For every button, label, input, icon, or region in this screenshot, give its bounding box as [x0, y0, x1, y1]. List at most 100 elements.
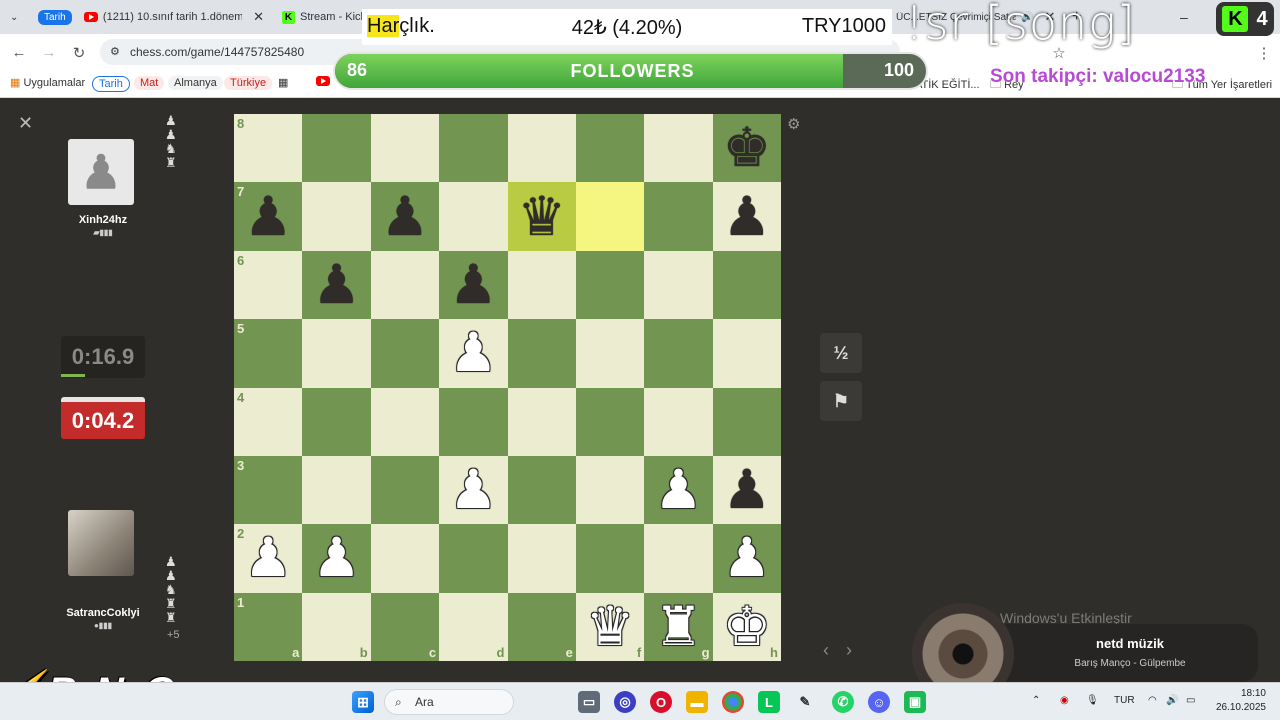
black-pawn-piece[interactable]: ♟ — [244, 189, 292, 244]
task-view-icon[interactable]: ▭ — [578, 691, 600, 713]
white-pawn-piece[interactable]: ♟ — [723, 531, 771, 585]
square-b2[interactable]: ♟ — [302, 524, 371, 593]
square-c8[interactable] — [370, 114, 440, 183]
square-e3[interactable] — [507, 455, 576, 525]
previous-move-icon[interactable]: ‹ — [823, 640, 829, 661]
tray-app-icon[interactable]: ◉ — [1060, 695, 1069, 706]
square-d6[interactable]: ♟ — [439, 250, 508, 320]
square-b8[interactable] — [302, 114, 371, 183]
square-b5[interactable] — [302, 319, 371, 388]
chrome-icon[interactable] — [722, 691, 744, 713]
microphone-icon[interactable]: 🎙 — [1086, 695, 1099, 706]
tab-kick[interactable]: K Stream - Kick — [282, 6, 366, 28]
square-e7[interactable]: ♛ — [507, 182, 576, 251]
white-pawn-piece[interactable]: ♟ — [449, 463, 497, 517]
forward-icon[interactable]: → — [40, 44, 58, 61]
square-f6[interactable] — [575, 250, 645, 320]
square-b6[interactable]: ♟ — [302, 250, 371, 320]
close-tab-icon[interactable]: ✕ — [253, 9, 264, 25]
square-h4[interactable] — [712, 387, 781, 456]
line-icon[interactable]: L — [758, 691, 780, 713]
square-h2[interactable]: ♟ — [712, 524, 781, 593]
back-icon[interactable]: ← — [10, 44, 28, 61]
square-c2[interactable] — [370, 524, 440, 593]
square-g4[interactable] — [644, 387, 713, 456]
square-d8[interactable] — [439, 114, 508, 183]
system-clock[interactable]: 18:10 26.10.2025 — [1208, 687, 1266, 715]
black-queen-piece[interactable]: ♛ — [517, 189, 565, 244]
language-indicator[interactable]: TUR — [1114, 695, 1135, 706]
white-pawn-piece[interactable]: ♟ — [312, 531, 360, 585]
wifi-icon[interactable]: ◠ — [1148, 695, 1157, 706]
square-d5[interactable]: ♟ — [439, 319, 508, 388]
square-e1[interactable]: e — [507, 592, 576, 661]
black-pawn-piece[interactable]: ♟ — [723, 189, 771, 244]
square-a1[interactable]: 1a — [234, 592, 303, 661]
square-g3[interactable]: ♟ — [644, 455, 713, 525]
bookmark-folder-turkiye[interactable]: Türkiye — [224, 76, 273, 90]
square-h6[interactable] — [712, 250, 781, 320]
opera-icon[interactable]: O — [650, 691, 672, 713]
black-pawn-piece[interactable]: ♟ — [449, 257, 497, 312]
square-h8[interactable]: ♚ — [712, 114, 781, 183]
square-e5[interactable] — [507, 319, 576, 388]
square-a7[interactable]: 7 ♟ — [234, 182, 303, 251]
app-icon[interactable]: ▣ — [904, 691, 926, 713]
square-b4[interactable] — [302, 387, 371, 456]
bookmark-folder-almanya[interactable]: Almanya — [168, 76, 223, 90]
square-a2[interactable]: 2 ♟ — [234, 524, 303, 593]
top-player-name[interactable]: Xinh24hz — [68, 214, 138, 226]
square-c7[interactable]: ♟ — [370, 182, 440, 251]
white-rook-piece[interactable]: ♜ — [654, 599, 702, 654]
square-h7[interactable]: ♟ — [712, 182, 781, 251]
whatsapp-icon[interactable]: ✆ — [832, 691, 854, 713]
settings-gear-icon[interactable]: ⚙ — [787, 115, 800, 133]
square-h5[interactable] — [712, 319, 781, 388]
square-a5[interactable]: 5 — [234, 319, 303, 388]
reload-icon[interactable]: ↻ — [70, 44, 88, 62]
square-d7[interactable] — [439, 182, 508, 251]
square-d3[interactable]: ♟ — [439, 455, 508, 525]
square-e4[interactable] — [507, 387, 576, 456]
menu-icon[interactable]: ⋮ — [1255, 44, 1273, 62]
square-c1[interactable]: c — [370, 592, 440, 661]
apps-icon[interactable]: ▦ Uygulamalar — [10, 76, 85, 89]
square-g1[interactable]: g ♜ — [644, 592, 713, 661]
square-f7[interactable] — [575, 182, 645, 251]
copilot-icon[interactable]: ◎ — [614, 691, 636, 713]
square-b7[interactable] — [302, 182, 371, 251]
square-c4[interactable] — [370, 387, 440, 456]
black-pawn-piece[interactable]: ♟ — [723, 463, 771, 517]
square-b1[interactable]: b — [302, 592, 371, 661]
square-h3[interactable]: ♟ — [712, 455, 781, 525]
black-pawn-piece[interactable]: ♟ — [312, 257, 360, 312]
white-king-piece[interactable]: ♚ — [723, 599, 771, 654]
minimize-icon[interactable]: – — [1180, 6, 1188, 28]
white-queen-piece[interactable]: ♛ — [586, 599, 634, 654]
square-a6[interactable]: 6 — [234, 250, 303, 320]
next-move-icon[interactable]: › — [846, 640, 852, 661]
grid-icon[interactable]: ▦ — [278, 76, 288, 89]
tab-list-button[interactable]: ⌄ — [10, 6, 18, 28]
chess-board[interactable]: 8 ♚ 7 ♟ ♟ ♛ ♟ 6 ♟ ♟ 5 ♟ 4 3 ♟ ♟ ♟ 2 ♟ ♟ ♟ 1 a b c d e f ♛ g ♜ h ♚ — [234, 114, 781, 661]
square-g7[interactable] — [644, 182, 713, 251]
square-g8[interactable] — [644, 114, 713, 183]
square-f5[interactable] — [575, 319, 645, 388]
square-d1[interactable]: d — [439, 592, 508, 661]
windows-start-icon[interactable]: ⊞ — [352, 691, 374, 713]
square-c3[interactable] — [370, 455, 440, 525]
square-e2[interactable] — [507, 524, 576, 593]
white-pawn-piece[interactable]: ♟ — [244, 531, 292, 585]
black-king-piece[interactable]: ♚ — [723, 121, 771, 175]
youtube-bookmark-icon[interactable] — [316, 76, 330, 89]
draw-button[interactable]: ½ — [820, 333, 862, 373]
square-e6[interactable] — [507, 250, 576, 320]
square-a3[interactable]: 3 — [234, 455, 303, 525]
site-info-icon[interactable]: ⚙ — [110, 39, 120, 65]
square-c6[interactable] — [370, 250, 440, 320]
square-d4[interactable] — [439, 387, 508, 456]
discord-icon[interactable]: ☺ — [868, 691, 890, 713]
square-f4[interactable] — [575, 387, 645, 456]
square-d2[interactable] — [439, 524, 508, 593]
tab-group-tarih[interactable]: Tarih — [38, 6, 72, 28]
